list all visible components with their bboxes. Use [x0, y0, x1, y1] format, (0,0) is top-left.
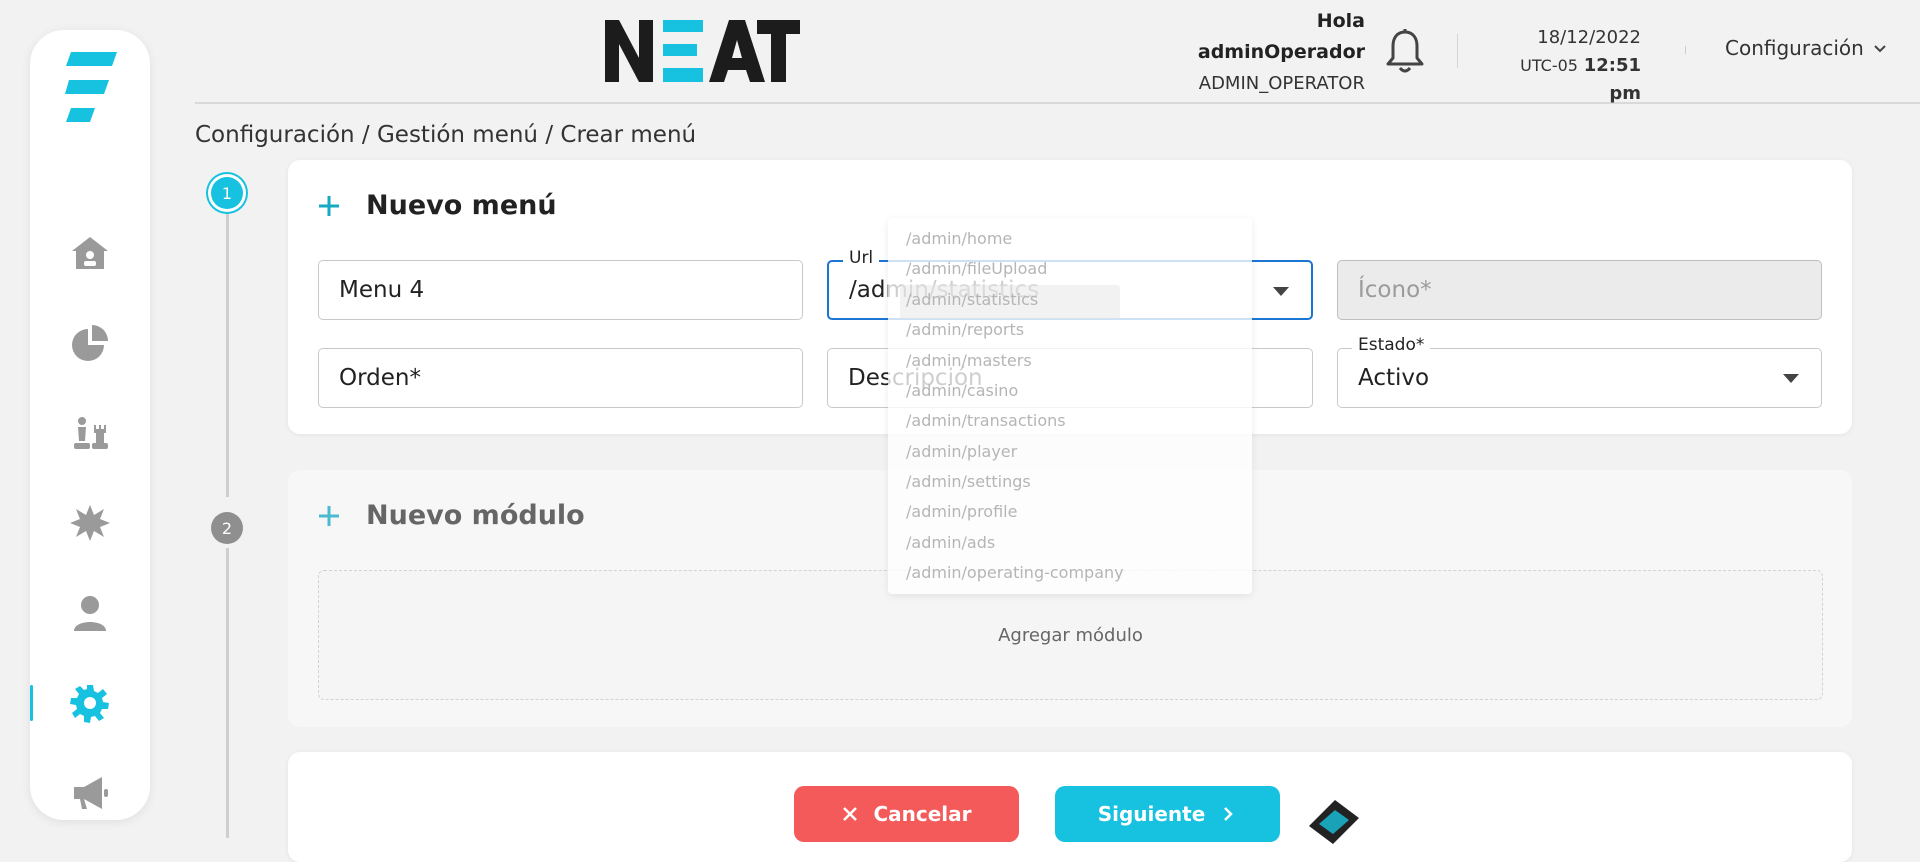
- header-divider-small: [1685, 46, 1686, 54]
- chevron-right-icon: [1224, 807, 1234, 821]
- step-2-indicator: 2: [211, 512, 243, 544]
- menu-name-value: Menu 4: [339, 277, 425, 303]
- dropdown-arrow-icon: [1783, 374, 1799, 383]
- order-placeholder: Orden*: [339, 365, 421, 391]
- current-time: 12:51 pm: [1583, 55, 1641, 104]
- url-option[interactable]: /admin/ads: [906, 533, 995, 552]
- chevron-down-icon: [1874, 45, 1886, 53]
- configuration-menu[interactable]: Configuración: [1725, 36, 1888, 60]
- sidebar-item-casino[interactable]: [30, 403, 150, 463]
- url-option[interactable]: /admin/home: [906, 229, 1012, 248]
- username: adminOperador: [1197, 41, 1365, 63]
- home-icon: [72, 237, 108, 269]
- greeting-text: Hola: [1316, 10, 1365, 32]
- url-option[interactable]: /admin/player: [906, 442, 1017, 461]
- decorative-badge-icon: [1309, 800, 1359, 844]
- menu-name-field[interactable]: Menu 4: [318, 260, 803, 320]
- module-title: Nuevo módulo: [366, 500, 585, 531]
- icon-field: Ícono*: [1337, 260, 1822, 320]
- add-module-label: Agregar módulo: [998, 624, 1143, 646]
- status-label: Estado*: [1352, 335, 1431, 355]
- current-date: 18/12/2022: [1537, 27, 1641, 48]
- megaphone-icon: [74, 777, 108, 809]
- configuration-menu-label: Configuración: [1725, 36, 1864, 60]
- sidebar-item-promotions[interactable]: [30, 493, 150, 553]
- timezone: UTC-05: [1520, 56, 1578, 75]
- url-option[interactable]: /admin/reports: [906, 320, 1024, 339]
- gear-icon: [70, 685, 109, 723]
- stepper-line: [226, 548, 229, 838]
- next-label: Siguiente: [1097, 802, 1206, 826]
- url-option[interactable]: /admin/casino: [906, 381, 1018, 400]
- cancel-label: Cancelar: [873, 802, 972, 826]
- icon-placeholder: Ícono*: [1358, 277, 1432, 303]
- user-icon: [74, 596, 106, 631]
- dropdown-arrow-icon: [1273, 287, 1289, 296]
- app-logo-icon[interactable]: [65, 52, 117, 126]
- date-time-display: 18/12/2022 UTC-05 12:51 pm: [1483, 24, 1641, 108]
- status-value: Activo: [1358, 365, 1430, 391]
- url-options-dropdown: /admin/home /admin/fileUpload /admin/sta…: [888, 218, 1252, 594]
- burst-icon: [70, 505, 110, 541]
- sidebar-item-settings[interactable]: [30, 673, 150, 733]
- pie-chart-icon: [72, 325, 108, 361]
- plus-icon: [319, 505, 339, 526]
- url-option[interactable]: /admin/transactions: [906, 411, 1066, 430]
- new-menu-header: Nuevo menú: [316, 190, 557, 221]
- stepper-line: [226, 212, 229, 497]
- status-select[interactable]: Estado* Activo: [1337, 335, 1822, 408]
- url-label: Url: [843, 248, 880, 268]
- plus-icon: [319, 195, 339, 216]
- url-option[interactable]: /admin/masters: [906, 351, 1032, 370]
- new-module-header: Nuevo módulo: [316, 500, 585, 531]
- sidebar-item-advertising[interactable]: [30, 763, 150, 823]
- neat-logo: [605, 20, 800, 82]
- url-option-selected[interactable]: /admin/statistics: [906, 290, 1038, 309]
- close-icon: [843, 807, 858, 821]
- order-field[interactable]: Orden*: [318, 348, 803, 408]
- sidebar-item-statistics[interactable]: [30, 313, 150, 373]
- url-option[interactable]: /admin/operating-company: [906, 563, 1124, 582]
- header-divider: [1457, 34, 1458, 68]
- chess-icon: [74, 417, 108, 449]
- step-1-indicator: 1: [211, 177, 243, 209]
- sidebar-item-users[interactable]: [30, 583, 150, 643]
- url-option[interactable]: /admin/fileUpload: [906, 259, 1047, 278]
- notification-bell-icon[interactable]: [1385, 28, 1425, 74]
- user-role: ADMIN_OPERATOR: [1198, 73, 1365, 94]
- url-option[interactable]: /admin/settings: [906, 472, 1031, 491]
- sidebar: [30, 30, 150, 820]
- url-option[interactable]: /admin/profile: [906, 502, 1017, 521]
- sidebar-item-home[interactable]: [30, 223, 150, 283]
- user-greeting: Hola adminOperador ADMIN_OPERATOR: [1198, 6, 1365, 99]
- breadcrumb: Configuración / Gestión menú / Crear men…: [195, 122, 697, 148]
- card-title: Nuevo menú: [366, 190, 557, 221]
- top-header: Hola adminOperador ADMIN_OPERATOR 18/12/…: [195, 0, 1920, 104]
